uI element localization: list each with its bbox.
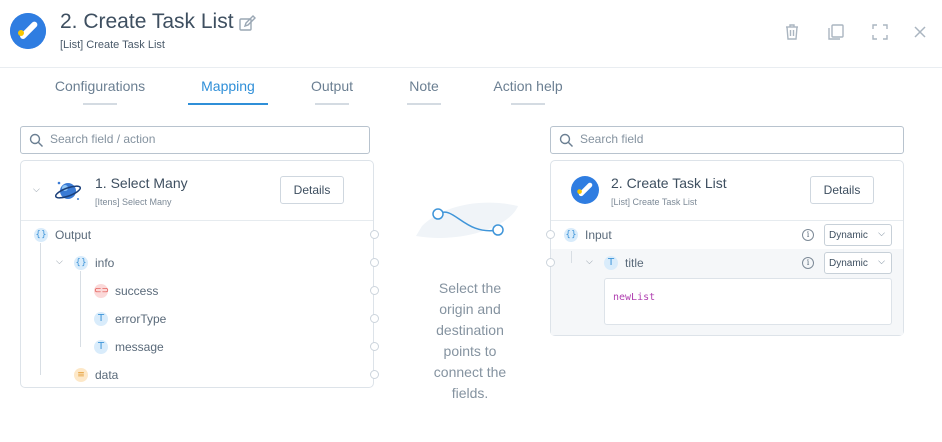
google-tasks-icon <box>10 13 46 49</box>
source-panel-header: ⌵ 1. Select Many [Itens] Select Many Det… <box>21 161 373 221</box>
source-panel-title: 1. Select Many <box>95 175 188 191</box>
action-header: 2. Create Task List [List] Create Task L… <box>0 0 942 68</box>
array-icon: ≡ <box>74 368 88 382</box>
connection-port[interactable] <box>370 286 379 295</box>
input-mode-select[interactable]: Dynamic ⌵ <box>824 224 892 246</box>
field-row-input[interactable]: {} Input i Dynamic ⌵ <box>546 221 905 249</box>
field-row-title[interactable]: ⌵ T title i Dynamic ⌵ <box>546 249 905 277</box>
copy-icon[interactable] <box>826 22 846 42</box>
info-icon[interactable]: i <box>802 257 814 269</box>
connection-port[interactable] <box>370 258 379 267</box>
field-row-output[interactable]: {} Output <box>21 221 379 249</box>
field-row-data[interactable]: ≡ data <box>21 361 379 389</box>
target-panel-title: 2. Create Task List <box>611 175 727 191</box>
title-value-text: newList <box>613 292 656 303</box>
close-icon[interactable] <box>910 22 930 42</box>
cosmos-planet-icon <box>53 177 83 205</box>
search-icon <box>29 133 43 147</box>
boolean-icon: ⊂⊃ <box>94 284 110 298</box>
page-subtitle: [List] Create Task List <box>60 39 165 51</box>
connection-port[interactable] <box>370 230 379 239</box>
target-panel-header: 2. Create Task List [List] Create Task L… <box>551 161 903 221</box>
search-icon <box>559 133 573 147</box>
text-type-icon: T <box>94 340 108 354</box>
field-row-errortype[interactable]: T errorType <box>21 305 379 333</box>
chevron-down-icon: ⌵ <box>878 229 885 239</box>
connection-port[interactable] <box>370 370 379 379</box>
source-panel: ⌵ 1. Select Many [Itens] Select Many Det… <box>20 160 379 389</box>
chevron-down-icon[interactable]: ⌵ <box>586 257 593 267</box>
object-icon: {} <box>74 256 88 270</box>
chevron-down-icon: ⌵ <box>878 257 885 267</box>
target-panel: 2. Create Task List [List] Create Task L… <box>546 160 905 336</box>
tab-bar: Configurations Mapping Output Note Actio… <box>0 78 942 112</box>
tab-configurations[interactable]: Configurations <box>52 78 148 105</box>
tab-note[interactable]: Note <box>398 78 450 105</box>
object-icon: {} <box>564 228 578 242</box>
tab-mapping[interactable]: Mapping <box>188 78 268 105</box>
text-type-icon: T <box>94 312 108 326</box>
source-details-button[interactable]: Details <box>280 176 344 204</box>
connection-port[interactable] <box>546 230 555 239</box>
source-search-input[interactable] <box>50 132 329 146</box>
object-icon: {} <box>34 228 48 242</box>
mapping-hint-text: Select the origin and destination points… <box>433 280 507 401</box>
connect-fields-illustration <box>414 196 524 244</box>
source-search-field[interactable] <box>20 126 370 154</box>
collapse-chevron-icon[interactable]: ⌵ <box>33 185 40 195</box>
connection-port[interactable] <box>370 314 379 323</box>
target-search-field[interactable] <box>550 126 904 154</box>
chevron-down-icon[interactable]: ⌵ <box>56 257 63 267</box>
title-mode-select[interactable]: Dynamic ⌵ <box>824 252 892 274</box>
field-row-info[interactable]: ⌵ {} info <box>21 249 379 277</box>
source-panel-subtitle: [Itens] Select Many <box>95 197 172 207</box>
tab-action-help[interactable]: Action help <box>484 78 572 105</box>
title-value-editor[interactable]: newList <box>604 278 892 325</box>
info-icon[interactable]: i <box>802 229 814 241</box>
connection-port[interactable] <box>370 342 379 351</box>
fullscreen-icon[interactable] <box>870 22 890 42</box>
target-panel-subtitle: [List] Create Task List <box>611 197 697 207</box>
text-type-icon: T <box>604 256 618 270</box>
target-details-button[interactable]: Details <box>810 176 874 204</box>
trash-icon[interactable] <box>782 22 802 42</box>
target-search-input[interactable] <box>580 132 862 146</box>
connection-port[interactable] <box>546 258 555 267</box>
page-title: 2. Create Task List <box>60 10 234 33</box>
tab-output[interactable]: Output <box>302 78 362 105</box>
google-tasks-icon <box>571 176 599 204</box>
edit-title-icon[interactable] <box>238 15 256 33</box>
field-row-message[interactable]: T message <box>21 333 379 361</box>
field-row-success[interactable]: ⊂⊃ success <box>21 277 379 305</box>
